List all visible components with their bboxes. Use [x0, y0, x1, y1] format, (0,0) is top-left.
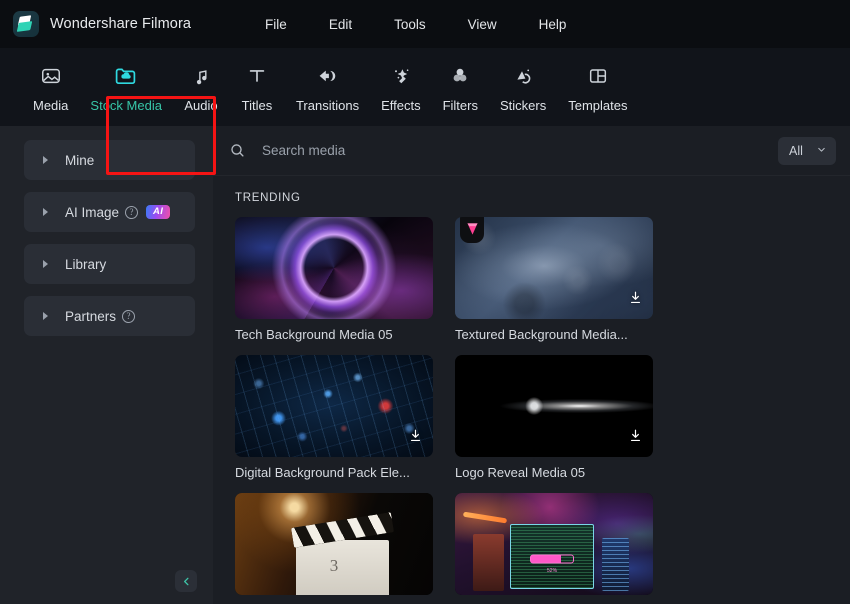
templates-layout-icon: [582, 61, 614, 91]
chevron-down-icon: [816, 144, 827, 158]
media-thumbnail[interactable]: [455, 217, 653, 319]
tab-templates[interactable]: Templates: [557, 48, 638, 126]
effects-wand-icon: [385, 61, 417, 91]
stickers-icon: [507, 61, 539, 91]
sidebar: Mine AI Image ? AI Library Partners ?: [0, 126, 213, 604]
sidebar-item-ai-image[interactable]: AI Image ? AI: [24, 192, 195, 232]
ai-badge: AI: [146, 205, 171, 219]
main-panel: All TRENDING Tech Background Media 05: [213, 126, 850, 604]
sidebar-item-label: AI Image: [65, 204, 120, 220]
tab-label: Templates: [568, 98, 628, 113]
media-card-title: Logo Reveal Media 05: [455, 465, 586, 480]
tab-titles[interactable]: Titles: [229, 48, 285, 126]
help-icon[interactable]: ?: [125, 205, 139, 219]
tab-effects[interactable]: Effects: [370, 48, 432, 126]
menu-item-edit[interactable]: Edit: [315, 13, 366, 36]
tab-audio[interactable]: Audio: [173, 48, 229, 126]
chevron-right-icon: [43, 260, 48, 268]
filter-value: All: [789, 143, 803, 158]
media-thumbnail[interactable]: 3: [235, 493, 433, 595]
menu-bar: File Edit Tools View Help: [244, 13, 587, 36]
media-card[interactable]: Digital Background Pack Ele...: [235, 355, 433, 480]
sidebar-collapse-button[interactable]: [175, 570, 197, 592]
thumbnail-artwork: 52%: [455, 493, 653, 595]
download-arrow-icon[interactable]: [627, 427, 644, 449]
filters-circles-icon: [444, 61, 476, 91]
thumbnail-artwork: [235, 355, 433, 457]
media-browser: TRENDING Tech Background Media 05 Textur…: [213, 176, 850, 604]
chevron-left-icon: [183, 577, 189, 585]
media-thumbnail[interactable]: [235, 355, 433, 457]
tab-label: Transitions: [295, 98, 360, 113]
media-card[interactable]: 3: [235, 493, 433, 595]
audio-note-icon: [185, 61, 217, 91]
title-bar: Wondershare Filmora File Edit Tools View…: [0, 0, 850, 48]
chevron-right-icon: [43, 156, 48, 164]
chevron-right-icon: [43, 208, 48, 216]
gem-glyph: [467, 222, 477, 235]
search-input[interactable]: [262, 143, 778, 158]
thumbnail-artwork: [455, 217, 653, 319]
media-grid: Tech Background Media 05 Textured Backgr…: [235, 217, 850, 595]
menu-item-tools[interactable]: Tools: [380, 13, 440, 36]
thumbnail-artwork: [455, 355, 653, 457]
sidebar-item-library[interactable]: Library: [24, 244, 195, 284]
premium-gem-icon: [460, 217, 484, 243]
media-card[interactable]: Textured Background Media...: [455, 217, 653, 342]
tab-media[interactable]: Media: [22, 48, 79, 126]
stock-media-cloud-folder-icon: [110, 61, 142, 91]
tab-label: Audio: [184, 98, 218, 113]
menu-item-view[interactable]: View: [454, 13, 511, 36]
sidebar-item-label: Library: [65, 256, 107, 272]
download-arrow-icon[interactable]: [407, 427, 424, 449]
media-card-title: Textured Background Media...: [455, 327, 628, 342]
tab-label: Filters: [442, 98, 478, 113]
thumbnail-artwork: 3: [235, 493, 433, 595]
sidebar-item-label: Partners: [65, 308, 117, 324]
app-title: Wondershare Filmora: [50, 16, 192, 32]
sidebar-item-label: Mine: [65, 152, 95, 168]
tab-transitions[interactable]: Transitions: [285, 48, 370, 126]
sidebar-item-partners[interactable]: Partners ?: [24, 296, 195, 336]
module-tab-bar: Media Stock Media Audio Titles Transitio…: [0, 48, 850, 175]
media-card[interactable]: Logo Reveal Media 05: [455, 355, 653, 480]
chevron-right-icon: [43, 312, 48, 320]
tab-label: Titles: [241, 98, 273, 113]
media-card[interactable]: Tech Background Media 05: [235, 217, 433, 342]
media-thumbnail[interactable]: [235, 217, 433, 319]
tab-stock-media[interactable]: Stock Media: [79, 48, 173, 126]
media-thumbnail[interactable]: 52%: [455, 493, 653, 595]
media-card[interactable]: 52%: [455, 493, 653, 595]
search-bar: All: [213, 126, 850, 176]
tab-label: Stickers: [499, 98, 547, 113]
workspace: Mine AI Image ? AI Library Partners ? Se…: [0, 126, 850, 604]
media-card-title: Tech Background Media 05: [235, 327, 393, 342]
menu-item-file[interactable]: File: [251, 13, 301, 36]
search-icon: [229, 142, 246, 159]
filmora-logo-icon: [13, 11, 39, 37]
section-title-trending: TRENDING: [235, 192, 301, 204]
titles-text-icon: [241, 61, 273, 91]
tab-label: Stock Media: [90, 98, 162, 113]
tab-label: Effects: [381, 98, 421, 113]
transitions-arrows-icon: [312, 61, 344, 91]
media-image-icon: [35, 61, 67, 91]
tab-stickers[interactable]: Stickers: [489, 48, 557, 126]
sidebar-item-mine[interactable]: Mine: [24, 140, 195, 180]
media-thumbnail[interactable]: [455, 355, 653, 457]
menu-item-help[interactable]: Help: [525, 13, 581, 36]
tab-filters[interactable]: Filters: [432, 48, 489, 126]
tab-label: Media: [33, 98, 69, 113]
media-type-filter-dropdown[interactable]: All: [778, 136, 836, 165]
thumbnail-artwork: [235, 217, 433, 319]
media-card-title: Digital Background Pack Ele...: [235, 465, 410, 480]
download-arrow-icon[interactable]: [627, 289, 644, 311]
help-icon[interactable]: ?: [122, 309, 136, 323]
